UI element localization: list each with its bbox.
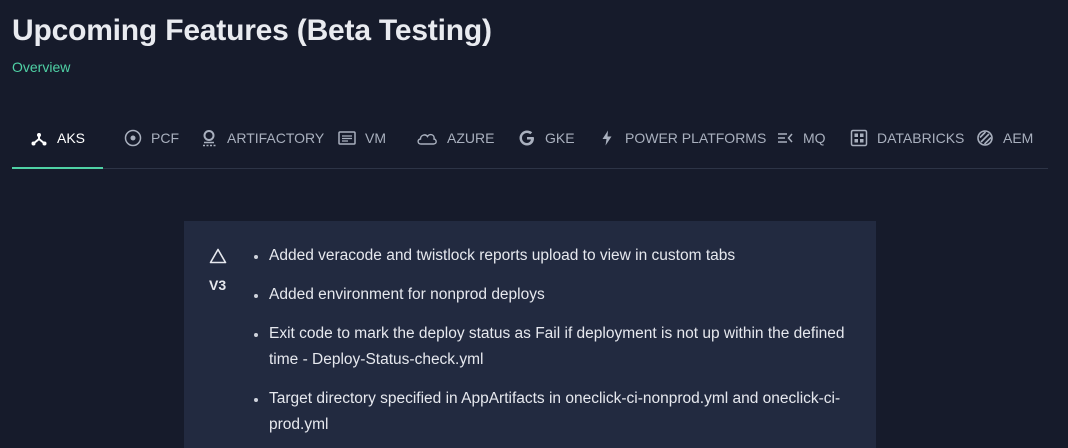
list-item: Added environment for nonprod deploys xyxy=(252,282,852,308)
tab-aks[interactable]: AKS xyxy=(30,110,85,166)
tab-label: DATABRICKS xyxy=(877,130,965,146)
tab-label: VM xyxy=(365,130,386,146)
tab-label: MQ xyxy=(803,130,826,146)
tab-label: PCF xyxy=(151,130,179,146)
tab-azure[interactable]: AZURE xyxy=(416,110,494,166)
tab-vm[interactable]: VM xyxy=(338,110,386,166)
tab-power-platforms[interactable]: POWER PLATFORMS xyxy=(598,110,766,166)
aem-icon xyxy=(976,129,994,147)
tab-label: AEM xyxy=(1003,130,1034,146)
tab-label: POWER PLATFORMS xyxy=(625,130,767,146)
tab-databricks[interactable]: DATABRICKS xyxy=(850,110,964,166)
page-subtitle: Overview xyxy=(12,59,71,75)
tab-label: AKS xyxy=(57,130,86,146)
page: Upcoming Features (Beta Testing) Overvie… xyxy=(0,0,1068,448)
cloud-icon xyxy=(416,129,438,147)
artifactory-icon xyxy=(200,129,218,147)
lightning-icon xyxy=(598,129,616,147)
tab-bar: AKS PCF ARTIFACTORY VM AZURE GKE POWER P… xyxy=(12,110,1048,169)
tab-pcf[interactable]: PCF xyxy=(124,110,179,166)
list-item: Added veracode and twistlock reports upl… xyxy=(252,243,852,269)
active-tab-indicator xyxy=(12,167,103,169)
tab-gke[interactable]: GKE xyxy=(518,110,575,166)
tab-label: AZURE xyxy=(447,130,495,146)
tab-label: ARTIFACTORY xyxy=(227,130,325,146)
list-item: Exit code to mark the deploy status as F… xyxy=(252,321,852,373)
list-item: Target directory specified in AppArtifac… xyxy=(252,386,852,438)
change-list: Added veracode and twistlock reports upl… xyxy=(252,243,852,448)
tab-label: GKE xyxy=(545,130,575,146)
tab-artifactory[interactable]: ARTIFACTORY xyxy=(200,110,324,166)
vm-icon xyxy=(338,129,356,147)
tab-mq[interactable]: MQ xyxy=(776,110,826,166)
version-label: V3 xyxy=(209,277,227,293)
tab-aem[interactable]: AEM xyxy=(976,110,1033,166)
grid-icon xyxy=(850,129,868,147)
triangle-icon xyxy=(209,248,227,264)
network-icon xyxy=(30,129,48,147)
queue-icon xyxy=(776,129,794,147)
page-title: Upcoming Features (Beta Testing) xyxy=(12,14,492,47)
target-icon xyxy=(124,129,142,147)
google-icon xyxy=(518,129,536,147)
